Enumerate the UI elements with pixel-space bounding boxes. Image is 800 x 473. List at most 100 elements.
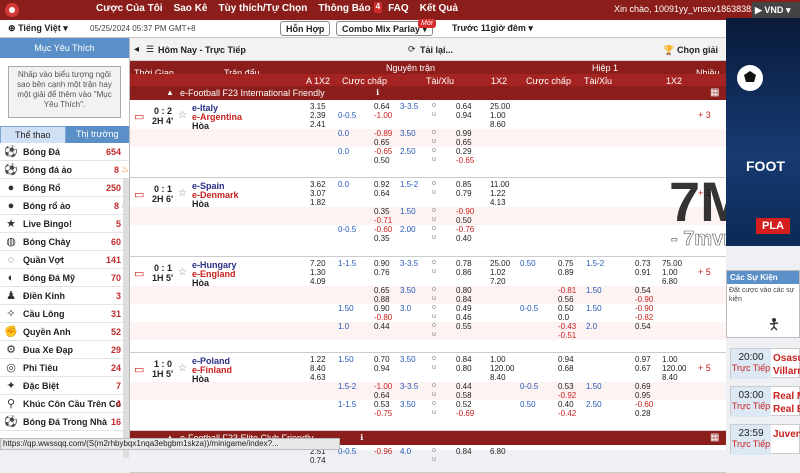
h1-under-odds[interactable]: -0.82 [635,313,653,322]
over-odds[interactable]: 0.84 [456,355,472,364]
handicap-home-odds[interactable]: 0.44 [374,322,390,331]
h1-over-odds[interactable]: 0.54 [635,286,651,295]
over-odds[interactable]: 0.49 [456,304,472,313]
over-under-line[interactable]: 3-3.5 [400,259,418,268]
sidebar-sport-item[interactable]: ◎ Phi Tiêu 24 [0,359,129,377]
sidebar-sport-item[interactable]: ◌ Quần Vợt 141 [0,251,129,269]
menu-icon[interactable]: ☰ [146,44,154,55]
over-odds[interactable]: -0.90 [456,207,474,216]
tab-sports[interactable]: Thể thao [0,126,66,143]
h1-1x2-home[interactable]: 75.00 [662,259,682,268]
reload-icon[interactable]: ⟳ [408,44,416,55]
h1-under-odds[interactable]: 0.67 [635,364,651,373]
handicap-home-odds[interactable]: 0.90 [374,304,390,313]
over-under-line[interactable]: 3-3.5 [400,382,418,391]
handicap-away-odds[interactable]: 0.50 [374,156,390,165]
over-odds[interactable]: 0.80 [456,286,472,295]
handicap-away-odds[interactable]: -1.00 [374,111,392,120]
h1-handicap-home[interactable]: -0.43 [558,322,576,331]
favorites-header[interactable]: Mục Yêu Thích [0,38,129,58]
handicap-home-odds[interactable]: 0.65 [374,286,390,295]
handicap-home-odds[interactable]: -0.89 [374,129,392,138]
time-filter-select[interactable]: Trước 11giờ đêm ▾ [452,23,533,34]
over-odds[interactable]: 0.99 [456,129,472,138]
currency-balance[interactable]: ▶ VND ▾ [752,2,800,18]
handicap-line[interactable]: 0.0 [338,129,349,138]
handicap-home-odds[interactable]: 0.35 [374,207,390,216]
odds-1x2[interactable]: 2.41 [310,120,326,129]
handicap-line[interactable]: 0-0.5 [338,225,356,234]
reload-button[interactable]: Tải lại... [420,45,453,55]
h1-under-odds[interactable]: -0.90 [635,295,653,304]
over-odds[interactable]: 0.84 [456,447,472,456]
ft-1x2-away[interactable]: 1.02 [490,268,506,277]
handicap-away-odds[interactable]: 0.64 [374,391,390,400]
under-odds[interactable]: -0.69 [456,409,474,418]
over-odds[interactable]: -0.76 [456,225,474,234]
tab-markets[interactable]: Thị trường [65,126,129,143]
over-odds[interactable]: 0.78 [456,259,472,268]
handicap-home-odds[interactable]: 0.70 [374,355,390,364]
h1-handicap-home[interactable]: -0.81 [558,286,576,295]
ft-1x2-draw[interactable]: 7.20 [490,277,506,286]
h1-over-odds[interactable]: -0.60 [635,400,653,409]
ft-1x2-away[interactable]: 120.00 [490,364,514,373]
sidebar-sport-item[interactable]: ★ Live Bingo! 5 [0,215,129,233]
nav-my-bets[interactable]: Cược Của Tôi [96,3,163,14]
over-under-line[interactable]: 3.50 [400,400,416,409]
h1-handicap-home[interactable]: 0.94 [558,355,574,364]
under-odds[interactable]: 0.79 [456,189,472,198]
handicap-line[interactable]: 0.0 [338,147,349,156]
over-under-line[interactable]: 3.0 [400,304,411,313]
over-odds[interactable]: 0.85 [456,180,472,189]
nav-results[interactable]: Kết Quả [420,3,458,14]
handicap-line[interactable]: 0-0.5 [338,447,356,456]
odds-1x2[interactable]: 4.63 [310,373,326,382]
handicap-away-odds[interactable]: 0.64 [374,189,390,198]
under-odds[interactable]: 0.94 [456,111,472,120]
league-row[interactable]: ▲ e-Football F23 International Friendly ℹ ▦ [130,86,726,100]
h1-handicap-home[interactable]: 0.53 [558,382,574,391]
h1-handicap-home[interactable]: 0.50 [558,304,574,313]
sidebar-sport-item[interactable]: ⚽ Bóng Đá Trong Nhà 16 [0,413,129,431]
home-logo-icon[interactable] [4,2,20,18]
promo-banner[interactable]: FOOT PLA [726,18,800,246]
handicap-away-odds[interactable]: 0.35 [374,234,390,243]
ft-1x2-home[interactable]: 6.80 [490,447,506,456]
over-under-line[interactable]: 3.50 [400,129,416,138]
h1-over-odds[interactable]: 0.69 [635,382,651,391]
under-odds[interactable]: 0.80 [456,364,472,373]
collapse-league-icon[interactable]: ▲ [166,88,174,97]
odds-1x2[interactable]: 1.82 [310,198,326,207]
under-odds[interactable]: 0.84 [456,295,472,304]
h1-over-odds[interactable]: 0.97 [635,355,651,364]
grid-icon[interactable]: ▦ [710,87,719,98]
h1-handicap-away[interactable]: -0.42 [558,409,576,418]
handicap-line-alt[interactable]: 0-0.5 [338,111,356,120]
h1-under-odds[interactable]: 0.95 [635,391,651,400]
h1-1x2-away[interactable]: 1.00 [662,268,678,277]
mixed-button[interactable]: Hỗn Hợp [280,21,331,36]
h1-handicap-home[interactable]: 0.40 [558,400,574,409]
under-odds[interactable]: 0.58 [456,391,472,400]
ft-1x2-draw[interactable]: 8.60 [490,120,506,129]
nav-preferences[interactable]: Tùy thích/Tự Chọn [218,3,307,14]
under-odds[interactable]: 0.46 [456,313,472,322]
handicap-home-odds[interactable]: 0.90 [374,259,390,268]
h1-ou-line[interactable]: 1.50 [586,382,602,391]
h1-handicap-line[interactable]: 0-0.5 [520,382,538,391]
events-promo[interactable]: Các Sự Kiện Đặt cược vào các sự kiện [726,270,800,338]
h1-handicap-away[interactable]: 0.89 [558,268,574,277]
ft-1x2-draw[interactable]: 8.40 [490,373,506,382]
handicap-line[interactable]: 1.50 [338,304,354,313]
over-under-line[interactable]: 1.5-2 [400,180,418,189]
ft-1x2-home[interactable]: 1.00 [490,355,506,364]
sidebar-sport-item[interactable]: ◐ Bóng Đá Mỹ 70 [0,269,129,287]
over-under-line[interactable]: 2.00 [400,225,416,234]
grid-icon[interactable]: ▦ [710,432,719,443]
banner-play-button[interactable]: PLA [756,218,790,234]
nav-statement[interactable]: Sao Kê [174,3,208,14]
h1-handicap-away[interactable]: -0.51 [558,331,576,340]
over-under-line[interactable]: 4.0 [400,447,411,456]
handicap-away-odds[interactable]: 0.94 [374,364,390,373]
